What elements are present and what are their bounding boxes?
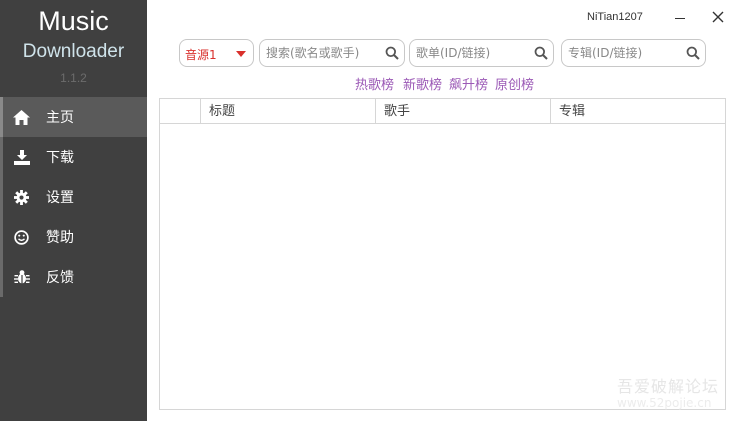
sidebar-item-download[interactable]: 下载 bbox=[0, 137, 147, 177]
download-icon bbox=[13, 149, 30, 165]
sidebar-item-feedback[interactable]: 反馈 bbox=[0, 257, 147, 297]
column-header-select[interactable] bbox=[160, 99, 201, 124]
song-search-input[interactable] bbox=[266, 44, 381, 62]
watermark-title: 吾爱破解论坛 bbox=[617, 377, 720, 396]
app-version: 1.1.2 bbox=[60, 71, 87, 85]
sidebar-item-label: 设置 bbox=[46, 190, 74, 206]
item-indicator bbox=[0, 137, 3, 177]
column-header-artist[interactable]: 歌手 bbox=[376, 99, 551, 124]
watermark-url: www.52pojie.cn bbox=[617, 396, 712, 410]
bug-icon bbox=[13, 269, 30, 285]
song-search-box bbox=[259, 39, 405, 67]
minimize-button[interactable] bbox=[673, 9, 687, 25]
album-search-box bbox=[561, 39, 706, 67]
search-icon[interactable] bbox=[385, 46, 399, 60]
chart-link-hot[interactable]: 热歌榜 bbox=[355, 74, 394, 93]
sidebar-item-donate[interactable]: 赞助 bbox=[0, 217, 147, 257]
sidebar-item-label: 赞助 bbox=[46, 230, 74, 246]
sidebar-nav: 主页 下载 设置 赞助 反馈 bbox=[0, 97, 147, 297]
playlist-search-box bbox=[409, 39, 554, 67]
search-icon[interactable] bbox=[686, 46, 700, 60]
album-input[interactable] bbox=[568, 44, 683, 62]
playlist-input[interactable] bbox=[416, 44, 531, 62]
column-header-album[interactable]: 专辑 bbox=[551, 99, 725, 124]
item-indicator bbox=[0, 177, 3, 217]
gear-icon bbox=[13, 189, 30, 205]
source-select-value: 音源1 bbox=[185, 48, 217, 62]
close-button[interactable] bbox=[710, 9, 726, 25]
home-icon bbox=[13, 109, 30, 125]
chart-link-original[interactable]: 原创榜 bbox=[495, 74, 534, 93]
item-indicator bbox=[0, 257, 3, 297]
sidebar-item-label: 反馈 bbox=[46, 270, 74, 286]
chart-link-rising[interactable]: 飙升榜 bbox=[449, 74, 488, 93]
active-indicator bbox=[0, 97, 3, 137]
app-logo-subtitle: Downloader bbox=[22, 41, 125, 62]
smile-icon bbox=[13, 229, 30, 245]
sidebar-item-label: 主页 bbox=[46, 110, 74, 126]
sidebar-item-settings[interactable]: 设置 bbox=[0, 177, 147, 217]
search-icon[interactable] bbox=[534, 46, 548, 60]
close-icon bbox=[712, 11, 724, 23]
item-indicator bbox=[0, 217, 3, 257]
results-table[interactable]: 标题 歌手 专辑 bbox=[159, 98, 726, 410]
username-label[interactable]: NiTian1207 bbox=[587, 11, 643, 23]
caret-down-icon bbox=[236, 51, 246, 57]
sidebar: Music Downloader 1.1.2 主页 下载 设置 赞助 反馈 bbox=[0, 0, 147, 421]
table-header: 标题 歌手 专辑 bbox=[160, 99, 725, 124]
sidebar-item-home[interactable]: 主页 bbox=[0, 97, 147, 137]
chart-link-new[interactable]: 新歌榜 bbox=[403, 74, 442, 93]
column-header-title[interactable]: 标题 bbox=[201, 99, 376, 124]
app-logo-title: Music bbox=[38, 6, 109, 36]
sidebar-item-label: 下载 bbox=[46, 150, 74, 166]
source-select[interactable]: 音源1 bbox=[179, 39, 254, 67]
